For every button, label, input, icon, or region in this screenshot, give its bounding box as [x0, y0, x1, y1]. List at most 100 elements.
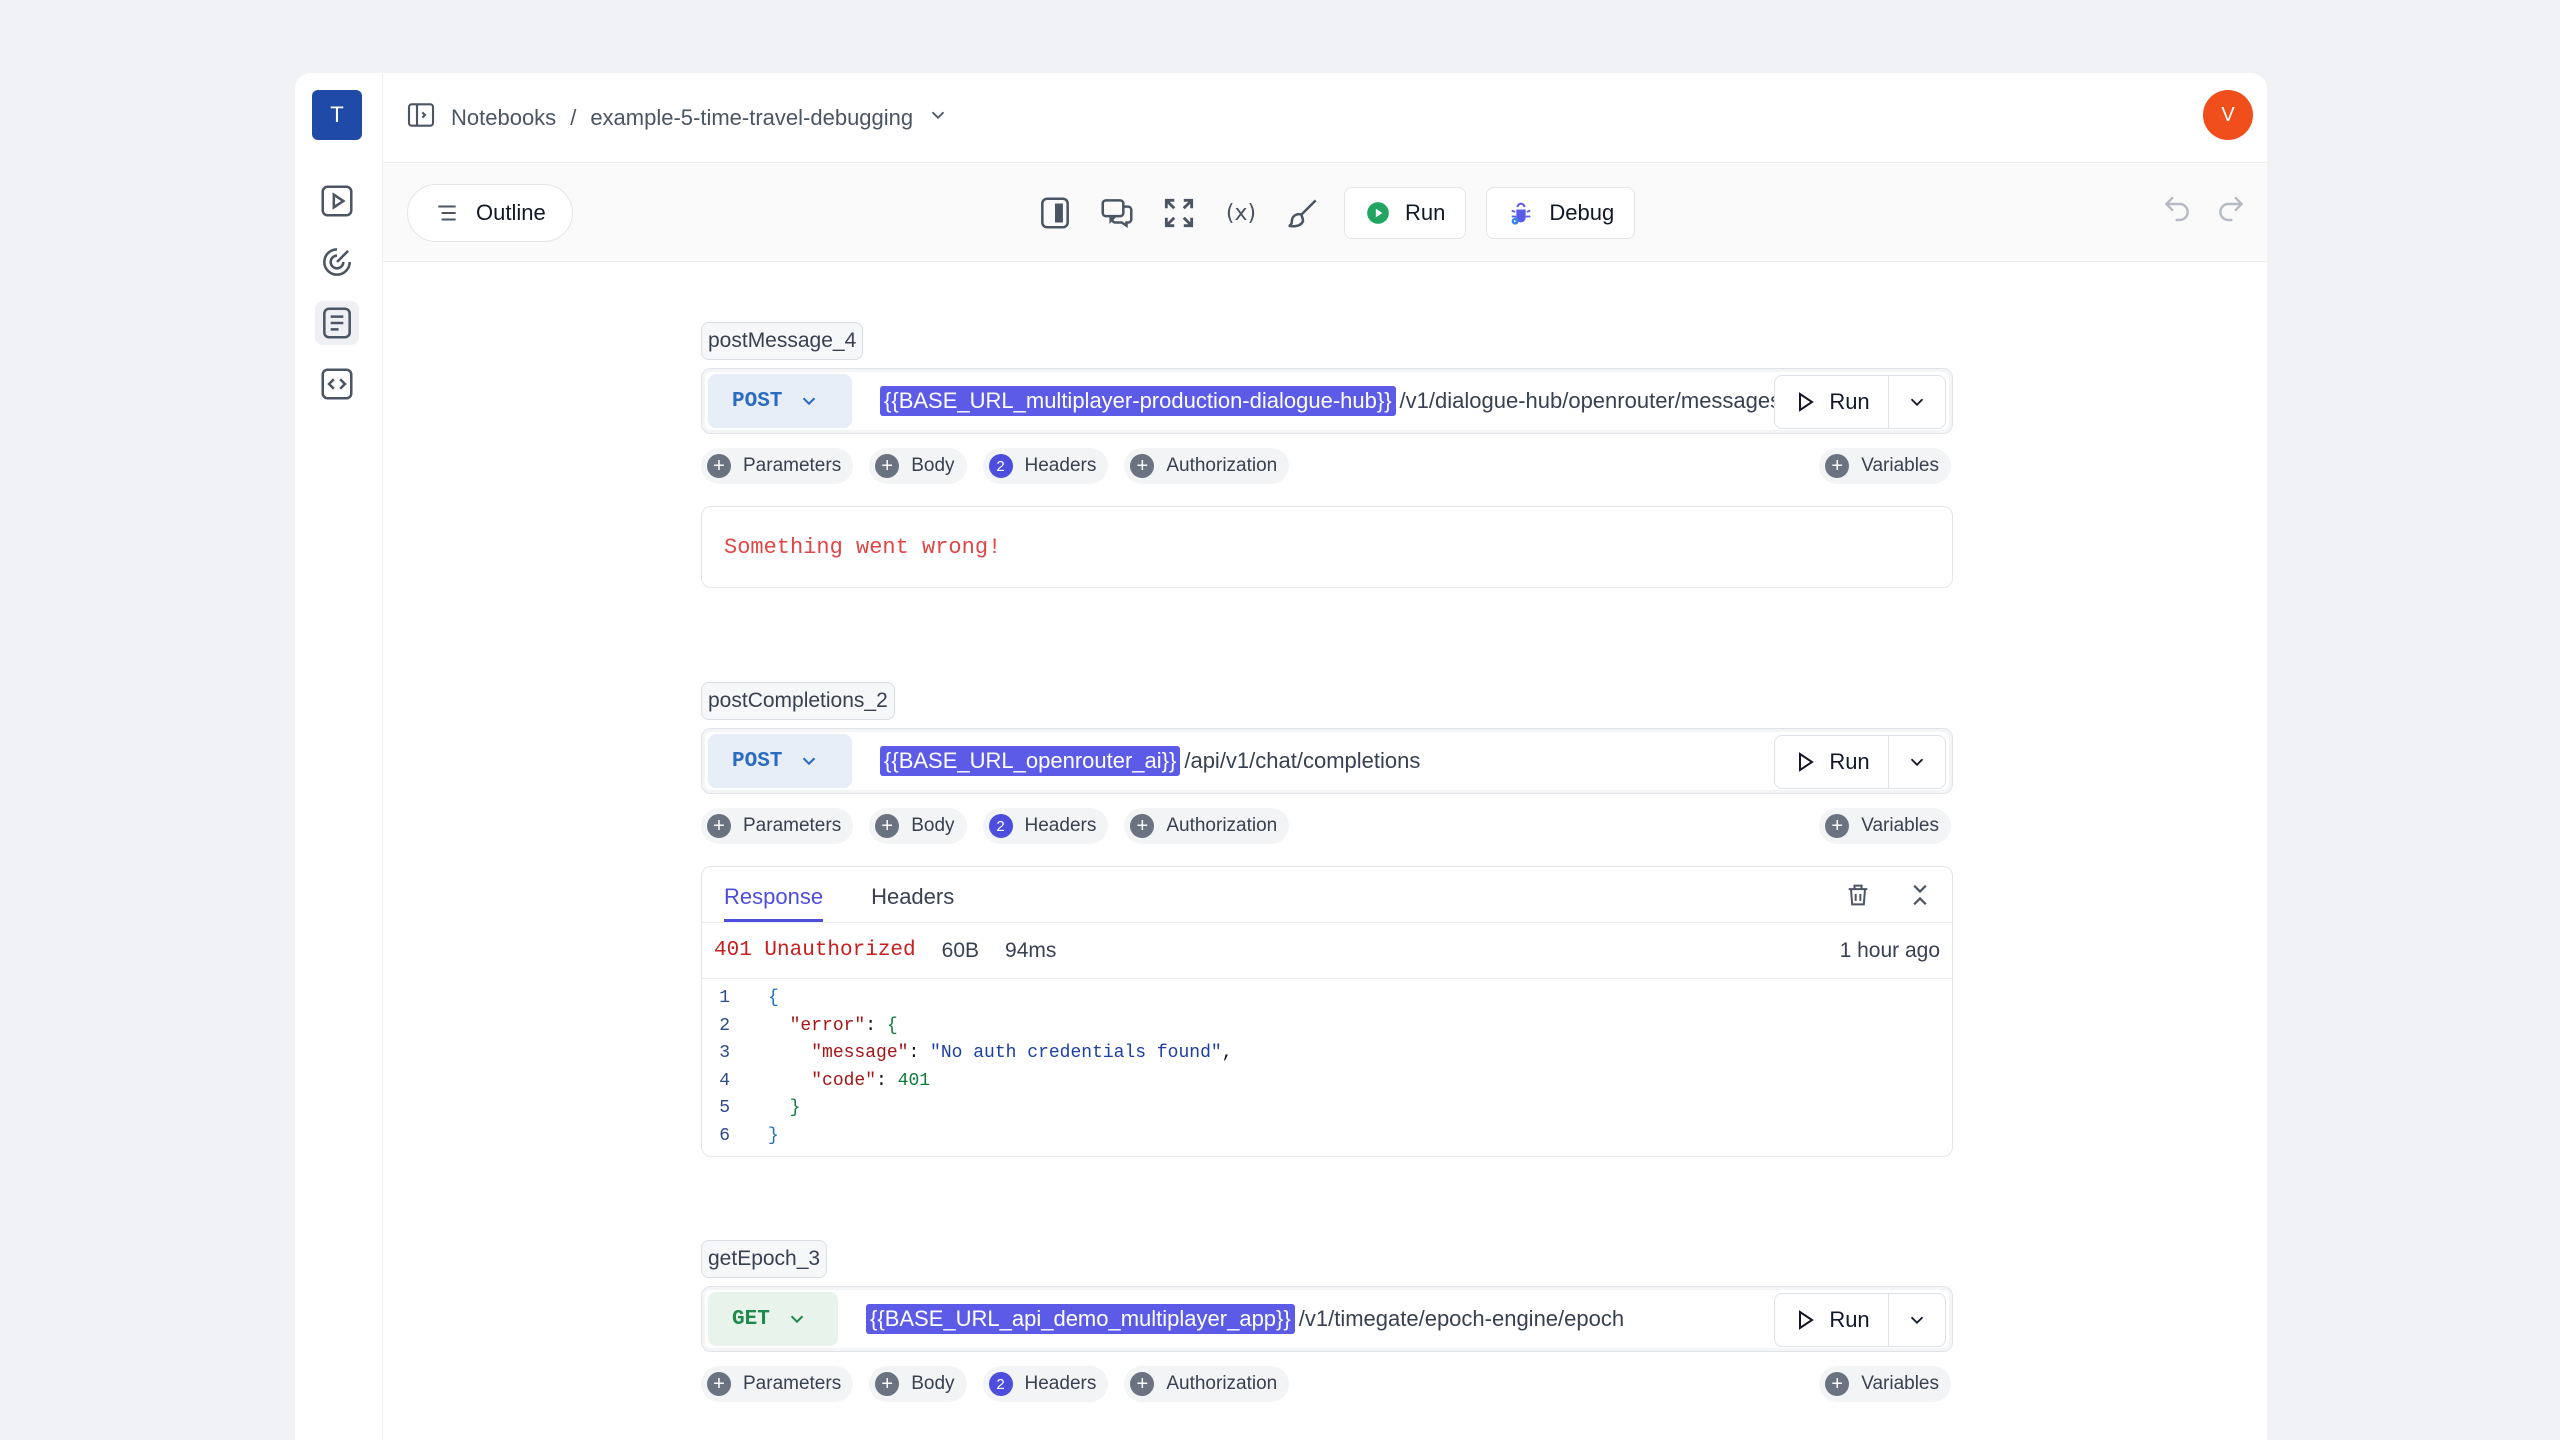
- plus-icon: +: [1130, 1372, 1155, 1396]
- tab-headers[interactable]: Headers: [871, 884, 954, 922]
- url-variable: {{BASE_URL_multiplayer-production-dialog…: [880, 386, 1396, 416]
- add-variables-button[interactable]: + Variables: [1819, 1366, 1951, 1402]
- user-avatar[interactable]: V: [2203, 90, 2253, 140]
- variables-icon[interactable]: (x): [1220, 192, 1262, 234]
- add-variables-button[interactable]: + Variables: [1819, 808, 1951, 844]
- add-body-button[interactable]: + Body: [869, 1366, 967, 1402]
- play-icon: [1799, 1310, 1815, 1330]
- plus-icon: +: [875, 454, 900, 478]
- plus-icon: +: [1825, 814, 1850, 838]
- error-output: Something went wrong!: [701, 506, 1953, 588]
- play-icon: [1799, 392, 1815, 412]
- block-name[interactable]: postMessage_4: [701, 322, 864, 360]
- add-body-button[interactable]: + Body: [869, 808, 967, 844]
- line-number: 2: [719, 1015, 730, 1036]
- headers-count-badge: 2: [988, 454, 1013, 478]
- history-actions: [2161, 192, 2247, 229]
- block-name[interactable]: postCompletions_2: [701, 682, 895, 720]
- block-name[interactable]: getEpoch_3: [701, 1240, 828, 1278]
- line-number: 1: [719, 988, 730, 1008]
- request-options: + Parameters + Body 2 Headers + Authorizatio…: [701, 808, 1953, 846]
- line-number: 6: [719, 1125, 730, 1146]
- response-size: 60B: [941, 938, 980, 962]
- line-number: 4: [719, 1070, 730, 1091]
- url-path: /api/v1/chat/completions: [1184, 748, 1421, 773]
- play-icon[interactable]: [315, 179, 359, 223]
- play-icon: [1799, 752, 1815, 772]
- add-authorization-button[interactable]: + Authorization: [1124, 808, 1290, 844]
- run-menu-button[interactable]: [1889, 376, 1945, 428]
- add-parameters-button[interactable]: + Parameters: [701, 808, 854, 844]
- option-label: Authorization: [1166, 815, 1278, 836]
- add-authorization-button[interactable]: + Authorization: [1124, 1366, 1290, 1402]
- code-line: 6}: [702, 1123, 1952, 1151]
- plus-icon: +: [1825, 454, 1850, 478]
- method-label: GET: [732, 1307, 770, 1331]
- brush-icon[interactable]: [1282, 192, 1324, 234]
- run-label: Run: [1829, 1307, 1870, 1332]
- tab-response[interactable]: Response: [724, 884, 824, 922]
- option-label: Headers: [1024, 815, 1097, 836]
- method-select[interactable]: POST: [708, 734, 852, 788]
- add-body-button[interactable]: + Body: [869, 448, 967, 484]
- method-select[interactable]: GET: [708, 1292, 838, 1346]
- sidebar-toggle-icon[interactable]: [405, 99, 437, 137]
- plus-icon: +: [707, 454, 731, 478]
- option-label: Authorization: [1166, 455, 1278, 476]
- notebook-icon[interactable]: [315, 301, 359, 345]
- collapse-icon[interactable]: [1906, 881, 1934, 914]
- option-label: Body: [911, 1373, 955, 1394]
- run-menu-button[interactable]: [1889, 736, 1945, 788]
- radar-icon[interactable]: [315, 240, 359, 284]
- notebook-toolbar: Outline (x) Run Debug: [383, 164, 2267, 262]
- code-line: 2 "error": {: [702, 1013, 1952, 1041]
- run-all-button[interactable]: Run: [1344, 187, 1467, 239]
- top-bar: Notebooks / example-5-time-travel-debugg…: [383, 73, 2267, 163]
- add-parameters-button[interactable]: + Parameters: [701, 1366, 854, 1402]
- headers-button[interactable]: 2 Headers: [982, 1366, 1109, 1402]
- plus-icon: +: [1130, 454, 1155, 478]
- run-button-group: Run: [1774, 1293, 1946, 1347]
- add-variables-button[interactable]: + Variables: [1819, 448, 1951, 484]
- chevron-down-icon: [803, 397, 816, 406]
- breadcrumb-current[interactable]: example-5-time-travel-debugging: [590, 105, 913, 131]
- undo-icon[interactable]: [2161, 192, 2193, 229]
- request-block: postMessage_4 POST {{BASE_URL_multiplaye…: [701, 322, 1953, 588]
- chevron-down-icon[interactable]: [927, 104, 949, 132]
- breadcrumb-separator: /: [570, 104, 577, 130]
- run-button[interactable]: Run: [1775, 376, 1889, 428]
- outline-button[interactable]: Outline: [407, 184, 573, 242]
- code-line: 1{: [702, 985, 1952, 1013]
- response-tabs: Response Headers: [702, 867, 1952, 923]
- chevron-down-icon: [790, 1315, 804, 1324]
- option-label: Parameters: [743, 1373, 842, 1394]
- run-label: Run: [1829, 749, 1870, 774]
- workspace-badge[interactable]: T: [312, 90, 362, 140]
- code-icon[interactable]: [315, 362, 359, 406]
- run-all-label: Run: [1405, 200, 1446, 225]
- run-menu-button[interactable]: [1889, 1294, 1945, 1346]
- comments-icon[interactable]: [1096, 192, 1138, 234]
- response-panel: Response Headers 401 Unauthorized 60B 94…: [701, 866, 1953, 1157]
- fullscreen-icon[interactable]: [1158, 192, 1200, 234]
- add-parameters-button[interactable]: + Parameters: [701, 448, 854, 484]
- redo-icon[interactable]: [2215, 192, 2247, 229]
- split-view-icon[interactable]: [1034, 192, 1076, 234]
- outline-label: Outline: [476, 200, 546, 225]
- run-button-group: Run: [1774, 735, 1946, 789]
- status-code: 401 Unauthorized: [714, 939, 916, 962]
- url-path: /v1/dialogue-hub/openrouter/messages: [1399, 388, 1782, 413]
- headers-button[interactable]: 2 Headers: [982, 448, 1109, 484]
- debug-button[interactable]: Debug: [1486, 187, 1636, 239]
- run-button[interactable]: Run: [1775, 1294, 1889, 1346]
- run-button[interactable]: Run: [1775, 736, 1889, 788]
- add-authorization-button[interactable]: + Authorization: [1124, 448, 1290, 484]
- breadcrumb-root[interactable]: Notebooks: [451, 105, 556, 131]
- plus-icon: +: [707, 1372, 731, 1396]
- breadcrumb: Notebooks / example-5-time-travel-debugg…: [405, 99, 949, 137]
- method-select[interactable]: POST: [708, 374, 852, 428]
- headers-button[interactable]: 2 Headers: [982, 808, 1109, 844]
- option-label: Body: [911, 815, 955, 836]
- trash-icon[interactable]: [1844, 881, 1872, 914]
- url-variable: {{BASE_URL_api_demo_multiplayer_app}}: [866, 1304, 1295, 1334]
